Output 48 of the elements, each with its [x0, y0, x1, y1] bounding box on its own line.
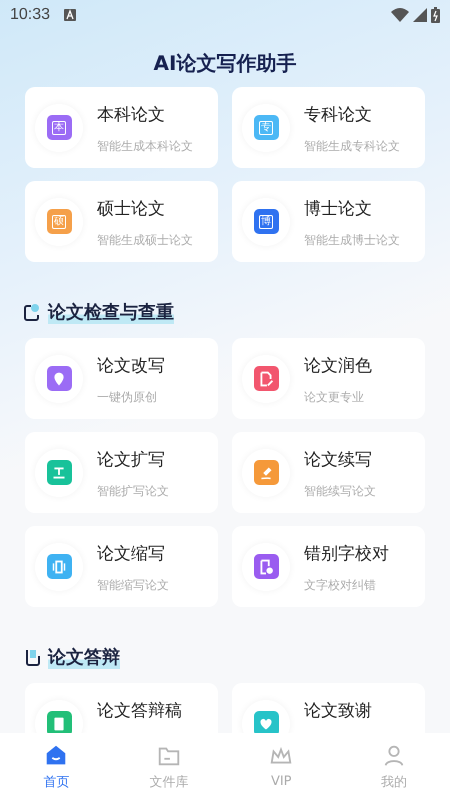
- card-subtitle: 一键伪原创: [97, 389, 158, 406]
- feature-card[interactable]: 论文润色 论文更专业: [232, 338, 425, 419]
- card-subtitle: 智能生成博士论文: [304, 232, 400, 249]
- card-title: 专科论文: [304, 104, 373, 126]
- section-heading: 论文检查与查重: [48, 300, 174, 324]
- card-subtitle: 智能缩写论文: [97, 577, 169, 594]
- card-title: 论文改写: [97, 355, 165, 377]
- card-title: 论文答辩稿: [97, 700, 182, 722]
- card-title: 错别字校对: [304, 543, 389, 565]
- nav-tab[interactable]: 首页: [0, 738, 112, 794]
- feature-card[interactable]: 论文续写 智能续写论文: [232, 432, 425, 513]
- feature-card[interactable]: 论文致谢: [232, 683, 425, 733]
- feature-card[interactable]: 论文答辩稿: [25, 683, 218, 733]
- notification-icon: [64, 9, 76, 21]
- feature-card[interactable]: 论文缩写 智能缩写论文: [25, 526, 218, 607]
- card-title: 硕士论文: [97, 198, 166, 220]
- feature-card[interactable]: 本 本科论文 智能生成本科论文: [25, 87, 218, 168]
- section-heading: 论文答辩: [48, 645, 120, 669]
- clipboard-icon: 博: [254, 209, 278, 234]
- search-doc-icon: [22, 302, 42, 322]
- card-subtitle: 智能扩写论文: [97, 483, 169, 500]
- card-title: 论文续写: [304, 449, 373, 471]
- card-subtitle: 智能生成专科论文: [304, 138, 400, 155]
- card-subtitle: 智能生成本科论文: [97, 138, 193, 155]
- feature-card[interactable]: 论文扩写 智能扩写论文: [25, 432, 218, 513]
- clipboard-icon: 本: [46, 115, 72, 140]
- battery-icon: [431, 7, 440, 23]
- feature-card[interactable]: 错别字校对 文字校对纠错: [232, 526, 425, 607]
- card-title: 本科论文: [97, 104, 166, 126]
- card-subtitle: 智能续写论文: [304, 483, 376, 500]
- wifi-icon: [391, 8, 409, 22]
- card-title: 论文扩写: [97, 449, 166, 471]
- feature-card[interactable]: 博 博士论文 智能生成博士论文: [232, 181, 425, 262]
- status-time: 10:33: [10, 6, 50, 24]
- feature-card[interactable]: 论文改写 一键伪原创: [25, 338, 218, 419]
- clipboard-icon: 专: [254, 115, 278, 140]
- card-subtitle: 文字校对纠错: [304, 577, 377, 594]
- card-subtitle: 智能生成硕士论文: [97, 232, 193, 249]
- clipboard-icon: 硕: [46, 209, 72, 234]
- signal-icon: [413, 8, 427, 22]
- card-title: 博士论文: [304, 198, 373, 220]
- card-title: 论文致谢: [304, 700, 372, 722]
- card-title: 论文缩写: [97, 543, 166, 565]
- feature-card[interactable]: 硕 硕士论文 智能生成硕士论文: [25, 181, 218, 262]
- app-title: AI论文写作助手: [152, 50, 298, 77]
- feature-card[interactable]: 专 专科论文 智能生成专科论文: [232, 87, 425, 168]
- card-title: 论文润色: [304, 355, 372, 377]
- card-subtitle: 论文更专业: [304, 389, 365, 406]
